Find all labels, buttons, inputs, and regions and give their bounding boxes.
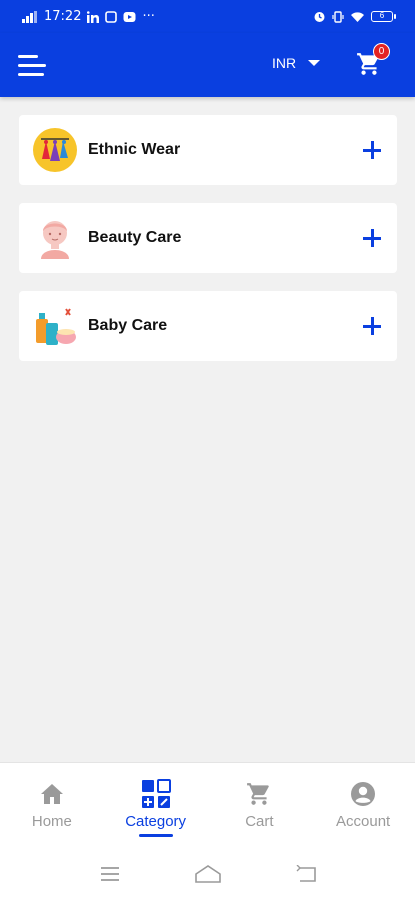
baby-care-icon xyxy=(31,302,79,350)
system-nav-bar xyxy=(0,847,415,900)
cart-icon xyxy=(247,783,270,805)
beauty-care-icon xyxy=(31,214,79,262)
currency-label: INR xyxy=(272,55,297,71)
nav-label-cart: Cart xyxy=(245,813,274,830)
status-left: 17:22 ··· xyxy=(22,9,155,24)
category-label: Ethnic Wear xyxy=(88,141,181,158)
nav-item-home[interactable]: Home xyxy=(0,763,104,847)
status-bar: 17:22 ··· 6 xyxy=(0,0,415,33)
home-outline-icon xyxy=(194,864,221,883)
nav-label-category: Category xyxy=(125,813,187,830)
signal-icon xyxy=(22,10,37,23)
category-item-ethnic-wear[interactable]: Ethnic Wear xyxy=(19,115,397,185)
back-icon xyxy=(296,864,316,882)
nav-item-account[interactable]: Account xyxy=(311,763,415,847)
home-icon xyxy=(40,784,63,804)
nav-label-account: Account xyxy=(336,813,391,830)
menu-icon xyxy=(100,866,119,881)
notification-icon xyxy=(105,10,118,23)
expand-plus-icon[interactable] xyxy=(359,313,385,339)
account-icon xyxy=(351,782,376,806)
category-list: Ethnic Wear Beauty Care Baby Care xyxy=(19,115,397,379)
nav-item-cart[interactable]: Cart xyxy=(208,763,312,847)
cart-button[interactable]: 0 xyxy=(356,43,390,81)
alarm-icon xyxy=(314,12,325,22)
battery-icon: 6 xyxy=(371,11,396,22)
active-indicator xyxy=(138,834,173,837)
hamburger-menu-icon[interactable] xyxy=(18,50,48,80)
category-item-baby-care[interactable]: Baby Care xyxy=(19,291,397,361)
system-home-button[interactable] xyxy=(194,862,222,886)
expand-plus-icon[interactable] xyxy=(359,225,385,251)
app-header: INR 0 xyxy=(0,33,415,97)
category-label: Beauty Care xyxy=(88,229,182,246)
category-icon xyxy=(141,779,171,808)
nav-label-home: Home xyxy=(31,813,72,830)
status-more: ··· xyxy=(142,9,155,24)
wifi-icon xyxy=(351,11,364,22)
linkedin-icon xyxy=(87,10,100,23)
status-time: 17:22 xyxy=(44,9,82,24)
category-item-beauty-care[interactable]: Beauty Care xyxy=(19,203,397,273)
system-back-button[interactable] xyxy=(292,862,320,886)
chevron-down-icon xyxy=(308,60,321,66)
ethnic-wear-icon xyxy=(31,126,79,174)
cart-count-badge: 0 xyxy=(373,43,390,60)
bottom-nav: Home Category Cart Account xyxy=(0,762,415,847)
nav-item-category[interactable]: Category xyxy=(104,763,208,847)
expand-plus-icon[interactable] xyxy=(359,137,385,163)
recent-apps-button[interactable] xyxy=(96,862,124,886)
currency-selector[interactable]: INR xyxy=(272,55,321,71)
category-label: Baby Care xyxy=(88,317,168,334)
status-right: 6 xyxy=(313,10,396,23)
youtube-icon xyxy=(123,11,136,22)
vibrate-icon xyxy=(332,10,344,23)
